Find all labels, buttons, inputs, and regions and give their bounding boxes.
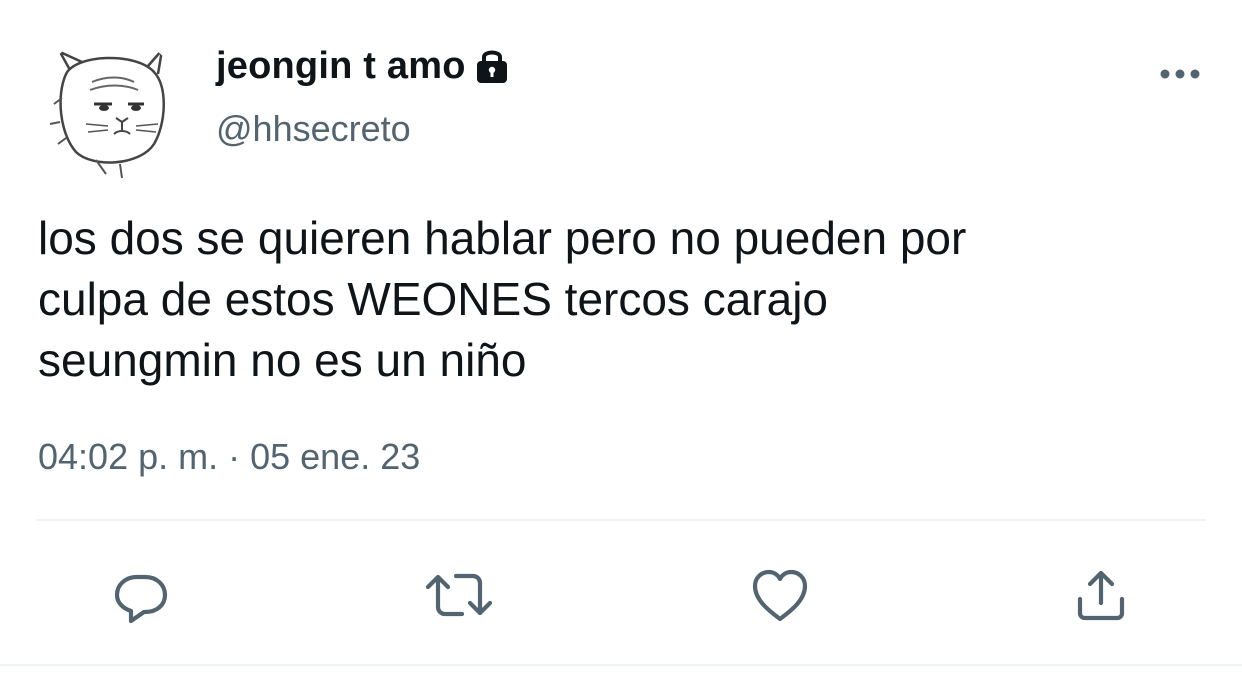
tweet-time: 04:02 p. m.	[38, 436, 219, 477]
display-name[interactable]: jeongin t amo	[216, 45, 466, 88]
share-icon	[1077, 570, 1125, 621]
retweet-icon	[425, 573, 493, 617]
user-handle[interactable]: @hhsecreto	[216, 108, 411, 150]
bottom-divider	[0, 664, 1242, 666]
tweet-timestamp[interactable]: 04:02 p. m. · 05 ene. 23	[38, 436, 420, 478]
cartoon-face-avatar-icon	[36, 34, 184, 182]
display-name-row: jeongin t amo	[216, 40, 510, 92]
tweet-date: 05 ene. 23	[250, 436, 421, 477]
share-button[interactable]	[1066, 560, 1136, 630]
heart-icon	[752, 569, 808, 622]
more-options-button[interactable]	[1150, 56, 1210, 92]
more-horizontal-icon	[1160, 69, 1200, 79]
tweet-card: jeongin t amo @hhsecreto los dos se quie…	[0, 0, 1242, 684]
timestamp-separator: ·	[218, 436, 251, 477]
like-button[interactable]	[745, 560, 815, 630]
retweet-button[interactable]	[424, 560, 494, 630]
reply-bubble-icon	[114, 574, 168, 624]
avatar[interactable]	[36, 34, 184, 182]
action-bar	[0, 560, 1242, 630]
reply-button[interactable]	[106, 560, 176, 630]
tweet-text: los dos se quieren hablar pero no pueden…	[38, 212, 967, 386]
divider	[36, 519, 1206, 521]
lock-icon	[474, 46, 510, 86]
